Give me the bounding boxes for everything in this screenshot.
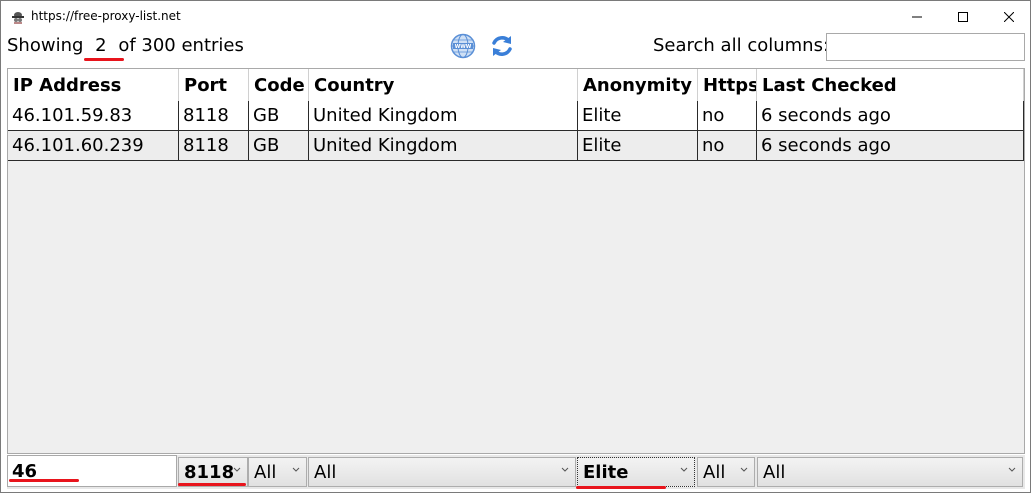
country-filter-select[interactable]: All [308, 457, 576, 487]
code-filter-select[interactable]: All [248, 457, 307, 487]
ip-filter-annotation-underline [9, 479, 79, 482]
cell-https: no [698, 131, 757, 160]
maximize-button[interactable] [940, 1, 986, 32]
port-filter-value: 8118 [184, 461, 235, 483]
app-window: https://free-proxy-list.net Showing 2 of… [0, 0, 1031, 493]
country-filter-value: All [314, 461, 337, 483]
showing-suffix: of 300 entries [118, 35, 244, 56]
showing-count: 2 [95, 35, 107, 56]
showing-entries-text: Showing 2 of 300 entries [7, 35, 244, 56]
cell-last-checked: 6 seconds ago [757, 131, 1024, 160]
last-checked-filter-value: All [763, 461, 786, 483]
chevron-down-icon [561, 467, 569, 472]
port-filter-annotation-underline [178, 483, 246, 486]
cell-country: United Kingdom [309, 131, 578, 160]
column-header-country[interactable]: Country [309, 69, 578, 101]
cell-port: 8118 [179, 101, 249, 130]
cell-ip: 46.101.60.239 [8, 131, 179, 160]
filter-bar: 8118 All All Elite All All [7, 455, 1025, 489]
close-icon [1004, 11, 1014, 22]
cell-port: 8118 [179, 131, 249, 160]
www-globe-icon[interactable]: WWW [450, 33, 476, 59]
cell-ip: 46.101.59.83 [8, 101, 179, 130]
column-header-ip[interactable]: IP Address [8, 69, 179, 101]
ip-filter-input[interactable] [7, 455, 177, 487]
svg-text:WWW: WWW [455, 44, 472, 50]
cell-https: no [698, 101, 757, 130]
window-title: https://free-proxy-list.net [31, 9, 181, 23]
table-row[interactable]: 46.101.60.239 8118 GB United Kingdom Eli… [8, 131, 1024, 161]
https-filter-value: All [703, 461, 726, 483]
chevron-down-icon [680, 467, 688, 472]
anonymity-filter-value: Elite [583, 461, 629, 483]
close-button[interactable] [986, 1, 1031, 32]
cell-last-checked: 6 seconds ago [757, 101, 1024, 130]
code-filter-value: All [254, 461, 277, 483]
refresh-icon[interactable] [489, 33, 515, 59]
column-header-last-checked[interactable]: Last Checked [757, 69, 1024, 101]
https-filter-select[interactable]: All [697, 457, 755, 487]
cell-code: GB [249, 131, 309, 160]
chevron-down-icon [233, 467, 241, 472]
chevron-down-icon [740, 467, 748, 472]
showing-prefix: Showing [7, 35, 84, 56]
table-row[interactable]: 46.101.59.83 8118 GB United Kingdom Elit… [8, 101, 1024, 131]
column-header-anonymity[interactable]: Anonymity [578, 69, 698, 101]
anonymity-filter-annotation-underline [576, 486, 666, 489]
cell-anonymity: Elite [578, 101, 698, 130]
spy-hat-icon [12, 12, 24, 24]
chevron-down-icon [292, 467, 300, 472]
search-label: Search all columns: [653, 35, 830, 56]
title-bar: https://free-proxy-list.net [1, 1, 1030, 32]
proxy-table: IP Address Port Code Country Anonymity H… [7, 68, 1025, 454]
minimize-icon [912, 16, 922, 17]
search-all-columns-input[interactable] [826, 33, 1025, 61]
count-annotation-underline [84, 58, 124, 61]
maximize-icon [958, 11, 968, 22]
column-header-code[interactable]: Code [249, 69, 309, 101]
minimize-button[interactable] [894, 1, 940, 32]
cell-country: United Kingdom [309, 101, 578, 130]
column-header-https[interactable]: Https [698, 69, 757, 101]
cell-anonymity: Elite [578, 131, 698, 160]
chevron-down-icon [1008, 467, 1016, 472]
cell-code: GB [249, 101, 309, 130]
last-checked-filter-select[interactable]: All [757, 457, 1023, 487]
column-header-port[interactable]: Port [179, 69, 249, 101]
anonymity-filter-select[interactable]: Elite [577, 457, 695, 487]
